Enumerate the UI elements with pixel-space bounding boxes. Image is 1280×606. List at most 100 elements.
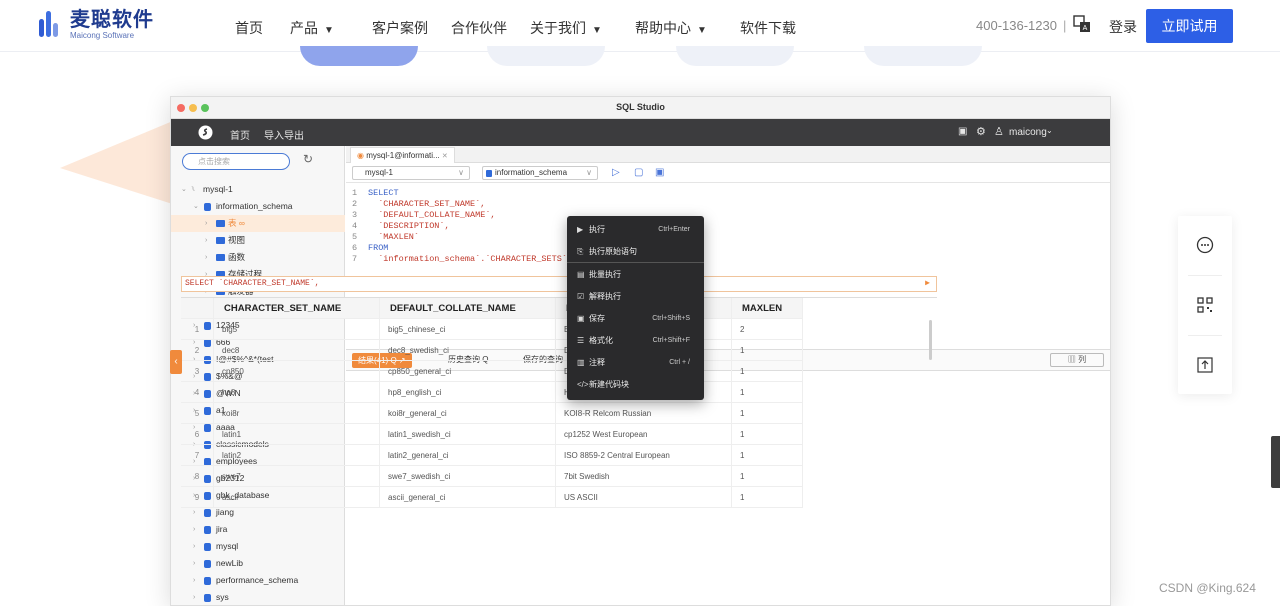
table-cell[interactable]: latin1 — [222, 424, 380, 445]
table-cell[interactable]: ascii_general_ci — [388, 487, 556, 508]
user-icon[interactable]: ♙ — [994, 125, 1004, 138]
hero-tab-active[interactable] — [300, 46, 418, 66]
table-cell[interactable]: US ASCII — [564, 487, 732, 508]
tree-node[interactable]: › 函数 — [171, 249, 345, 266]
header-nav-import-export[interactable]: 导入导出 — [264, 127, 304, 142]
table-cell[interactable]: 1 — [740, 466, 803, 487]
table-cell[interactable]: 1 — [740, 382, 803, 403]
free-trial-button[interactable]: 立即试用 — [1146, 9, 1233, 43]
table-cell[interactable]: ascii — [222, 487, 380, 508]
column-header[interactable]: CHARACTER_SET_NAME — [224, 298, 380, 319]
context-menu-item[interactable]: ▶ 执行 Ctrl+Enter — [567, 219, 704, 241]
settings-icon[interactable]: ⚙ — [976, 125, 986, 138]
login-link[interactable]: 登录 — [1109, 17, 1137, 37]
table-cell[interactable]: koi8r — [222, 403, 380, 424]
username[interactable]: maicong — [1009, 127, 1047, 138]
table-row[interactable]: 6 latin1 latin1_swedish_ci cp1252 West Euro… — [181, 424, 803, 445]
chevron-right-icon[interactable]: › — [205, 215, 207, 232]
context-menu-item[interactable]: ☑ 解释执行 — [567, 286, 704, 308]
nav-item[interactable]: 首页 — [235, 18, 263, 38]
table-cell[interactable]: 1 — [740, 487, 803, 508]
chevron-down-icon[interactable]: ⌄ — [181, 181, 187, 198]
schema-select[interactable]: information_schema ∨ — [482, 166, 598, 180]
tree-node[interactable]: › newLib — [171, 555, 345, 572]
table-row[interactable]: 4hp8hp8_english_ciHP West European1 — [181, 382, 803, 403]
table-row[interactable]: 3cp850cp850_general_ciDOS West European1 — [181, 361, 803, 382]
connection-select[interactable]: mysql-1 ∨ — [352, 166, 470, 180]
hero-tab[interactable] — [487, 46, 605, 66]
table-cell[interactable]: cp850 — [222, 361, 380, 382]
table-cell[interactable]: swe7_swedish_ci — [388, 466, 556, 487]
stop-icon[interactable]: ▢ — [634, 167, 643, 178]
context-menu-item[interactable]: ▥ 注释 Ctrl + / — [567, 352, 704, 374]
tree-node[interactable]: › 表 ∞ — [171, 215, 345, 232]
table-cell[interactable]: latin2 — [222, 445, 380, 466]
context-menu-item[interactable]: </> 新建代码块 — [567, 374, 704, 396]
chevron-down-icon[interactable]: ⌄ — [193, 198, 199, 215]
tree-search-input[interactable]: 点击搜索 — [182, 153, 290, 170]
tree-node[interactable]: › 视图 — [171, 232, 345, 249]
nav-item[interactable]: 产品 ▼ — [290, 18, 334, 38]
columns-button[interactable]: ▥ 列 — [1050, 353, 1104, 367]
sql-preview-bar[interactable]: SELECT `CHARACTER_SET_NAME`, ▶ — [181, 276, 937, 292]
table-cell[interactable]: latin2_general_ci — [388, 445, 556, 466]
collapse-sidebar-handle[interactable]: ‹ — [170, 350, 182, 374]
column-header[interactable]: MAXLEN — [742, 298, 803, 319]
table-row[interactable]: 7 latin2 latin2_general_ci ISO 8859-2 Centr… — [181, 445, 803, 466]
table-cell[interactable]: 7bit Swedish — [564, 466, 732, 487]
chevron-right-icon[interactable]: › — [193, 555, 195, 572]
table-cell[interactable]: 1 — [740, 445, 803, 466]
close-tab-icon[interactable]: ✕ — [442, 153, 448, 160]
side-widget-tab[interactable] — [1271, 436, 1280, 488]
table-cell[interactable]: hp8_english_ci — [388, 382, 556, 403]
tree-node[interactable]: ⌄ information_schema — [171, 198, 345, 215]
nav-item[interactable]: 客户案例 — [372, 18, 428, 38]
chevron-right-icon[interactable]: › — [193, 521, 195, 538]
table-cell[interactable]: KOI8-R Relcom Russian — [564, 403, 732, 424]
table-cell[interactable]: ISO 8859-2 Central European — [564, 445, 732, 466]
translate-icon[interactable]: A — [1073, 15, 1091, 33]
hero-tab[interactable] — [864, 46, 982, 66]
nav-item[interactable]: 合作伙伴 — [451, 18, 507, 38]
table-cell[interactable]: 1 — [740, 361, 803, 382]
table-cell[interactable]: 1 — [740, 424, 803, 445]
table-cell[interactable]: koi8r_general_ci — [388, 403, 556, 424]
nav-item[interactable]: 关于我们 ▼ — [530, 18, 602, 38]
chevron-right-icon[interactable]: › — [205, 232, 207, 249]
table-cell[interactable]: hp8 — [222, 382, 380, 403]
table-cell[interactable]: 1 — [740, 340, 803, 361]
table-row[interactable]: 5 koi8r koi8r_general_ci KOI8-R Relcom Russ… — [181, 403, 803, 424]
table-cell[interactable]: big5 — [222, 319, 380, 340]
nav-item[interactable]: 帮助中心 ▼ — [635, 18, 707, 38]
table-cell[interactable]: dec8_swedish_ci — [388, 340, 556, 361]
hero-tab[interactable] — [676, 46, 794, 66]
table-cell[interactable]: 2 — [740, 319, 803, 340]
context-menu-item[interactable]: ⎘ 执行原始语句 — [567, 241, 704, 263]
table-cell[interactable]: cp1252 West European — [564, 424, 732, 445]
tree-node[interactable]: › sys — [171, 589, 345, 605]
tree-node[interactable]: › mysql — [171, 538, 345, 555]
table-row[interactable]: 2dec8dec8_swedish_ciDEC West European1 — [181, 340, 803, 361]
context-menu-item[interactable]: ☰ 格式化 Ctrl+Shift+F — [567, 330, 704, 352]
table-cell[interactable]: 1 — [740, 403, 803, 424]
chevron-right-icon[interactable]: › — [193, 538, 195, 555]
tree-node[interactable]: › jira — [171, 521, 345, 538]
chevron-right-icon[interactable]: › — [193, 589, 195, 605]
nav-item[interactable]: 软件下载 — [740, 18, 796, 38]
chevron-right-icon[interactable]: › — [205, 249, 207, 266]
table-cell[interactable]: cp850_general_ci — [388, 361, 556, 382]
table-row[interactable]: 1big5big5_chinese_ciBig5 Traditional Chi… — [181, 319, 803, 340]
logo[interactable]: 麦聪软件 Maicong Software — [38, 10, 154, 40]
column-header[interactable]: DEFAULT_COLLATE_NAME — [390, 298, 556, 319]
qrcode-button[interactable] — [1178, 276, 1232, 335]
chevron-right-icon[interactable]: › — [193, 572, 195, 589]
query-tab[interactable]: ◉ mysql-1@informati... ✕ — [350, 147, 455, 163]
tree-node[interactable]: ⌄ ⑊ mysql-1 — [171, 181, 345, 198]
table-row[interactable]: 8 swe7 swe7_swedish_ci 7bit Swedish 1 — [181, 466, 803, 487]
context-menu-item[interactable]: ▤ 批量执行 — [567, 264, 704, 286]
tree-node[interactable]: › performance_schema — [171, 572, 345, 589]
play-icon[interactable]: ▶ — [925, 277, 930, 291]
chevron-down-icon[interactable]: ⌄ — [1046, 126, 1053, 135]
screen-icon[interactable]: ▣ — [958, 126, 967, 137]
grid-scrollbar[interactable] — [929, 320, 932, 360]
